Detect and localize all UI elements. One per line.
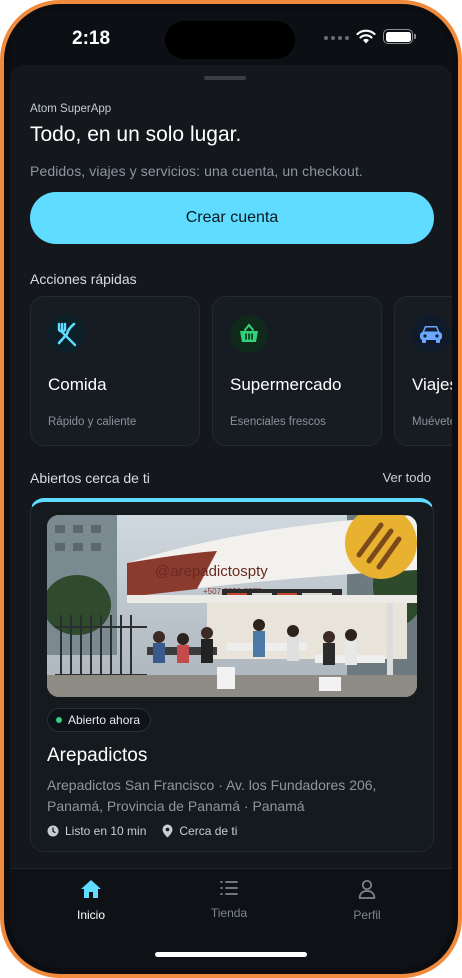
distance-label: Cerca de ti [179,824,238,838]
restaurant-name: Arepadictos [47,745,148,766]
quick-actions-carousel[interactable]: Comida Rápido y caliente Supermercado Es… [30,296,452,446]
car-icon [412,315,450,353]
person-icon [358,879,376,899]
open-dot-icon [56,717,62,723]
restaurant-photo: @arepadictospty +507 6820-8278 [47,515,417,697]
quick-action-rides[interactable]: Viajes Muévete [394,296,452,446]
create-account-button[interactable]: Crear cuenta [30,192,434,244]
tab-inicio[interactable]: Inicio [41,879,141,922]
fork-knife-icon [48,315,86,353]
quick-action-subtitle: Muévete [412,416,452,428]
list-icon [220,881,238,895]
screen: 2:18 Atom SuperApp Todo, en un solo luga… [10,10,452,968]
see-all-link[interactable]: Ver todo [383,470,431,485]
restaurant-address: Arepadictos San Francisco · Av. los Fund… [47,777,377,814]
eta-item: Listo en 10 min [47,824,146,838]
open-status-label: Abierto ahora [68,713,141,727]
device-bezel: 2:18 Atom SuperApp Todo, en un solo luga… [4,4,458,974]
tab-label: Inicio [76,908,105,922]
restaurant-meta: Listo en 10 min Cerca de ti [47,824,237,838]
quick-action-title: Supermercado [230,375,342,394]
wifi-icon [356,29,376,44]
quick-action-subtitle: Esenciales frescos [230,416,326,428]
quick-action-grocery[interactable]: Supermercado Esenciales frescos [212,296,382,446]
page-title: Todo, en un solo lugar. [30,123,242,146]
distance-item: Cerca de ti [162,824,237,838]
home-icon [81,880,101,898]
eta-label: Listo en 10 min [65,824,147,838]
signal-icon [324,36,349,40]
quick-action-title: Comida [48,375,107,394]
dynamic-island [165,21,295,59]
restaurant-card[interactable]: @arepadictospty +507 6820-8278 [30,498,434,852]
device-frame: 2:18 Atom SuperApp Todo, en un solo luga… [0,0,462,978]
clock-icon [47,825,59,837]
open-status-badge: Abierto ahora [47,708,152,732]
home-indicator[interactable] [155,952,307,957]
app-name: Atom SuperApp [30,103,112,115]
photo-sign-text: @arepadictospty [155,563,268,580]
quick-action-subtitle: Rápido y caliente [48,416,137,428]
sheet-grabber[interactable] [204,76,246,80]
nearby-title: Abiertos cerca de ti [30,470,150,486]
home-sheet: Atom SuperApp Todo, en un solo lugar. Pe… [10,65,452,968]
tab-label: Tienda [210,906,248,920]
quick-action-title: Viajes [412,375,452,394]
quick-actions-title: Acciones rápidas [30,271,137,287]
status-bar: 2:18 [10,10,452,68]
tab-tienda[interactable]: Tienda [179,879,279,920]
status-time: 2:18 [72,28,111,49]
page-subtitle: Pedidos, viajes y servicios: una cuenta,… [30,163,363,179]
basket-icon [230,315,268,353]
battery-icon [383,29,416,44]
tab-bar: Inicio Tienda Perfil [10,868,452,968]
tab-perfil[interactable]: Perfil [317,879,417,922]
location-pin-icon [162,824,173,838]
tab-label: Perfil [353,908,381,922]
quick-action-food[interactable]: Comida Rápido y caliente [30,296,200,446]
